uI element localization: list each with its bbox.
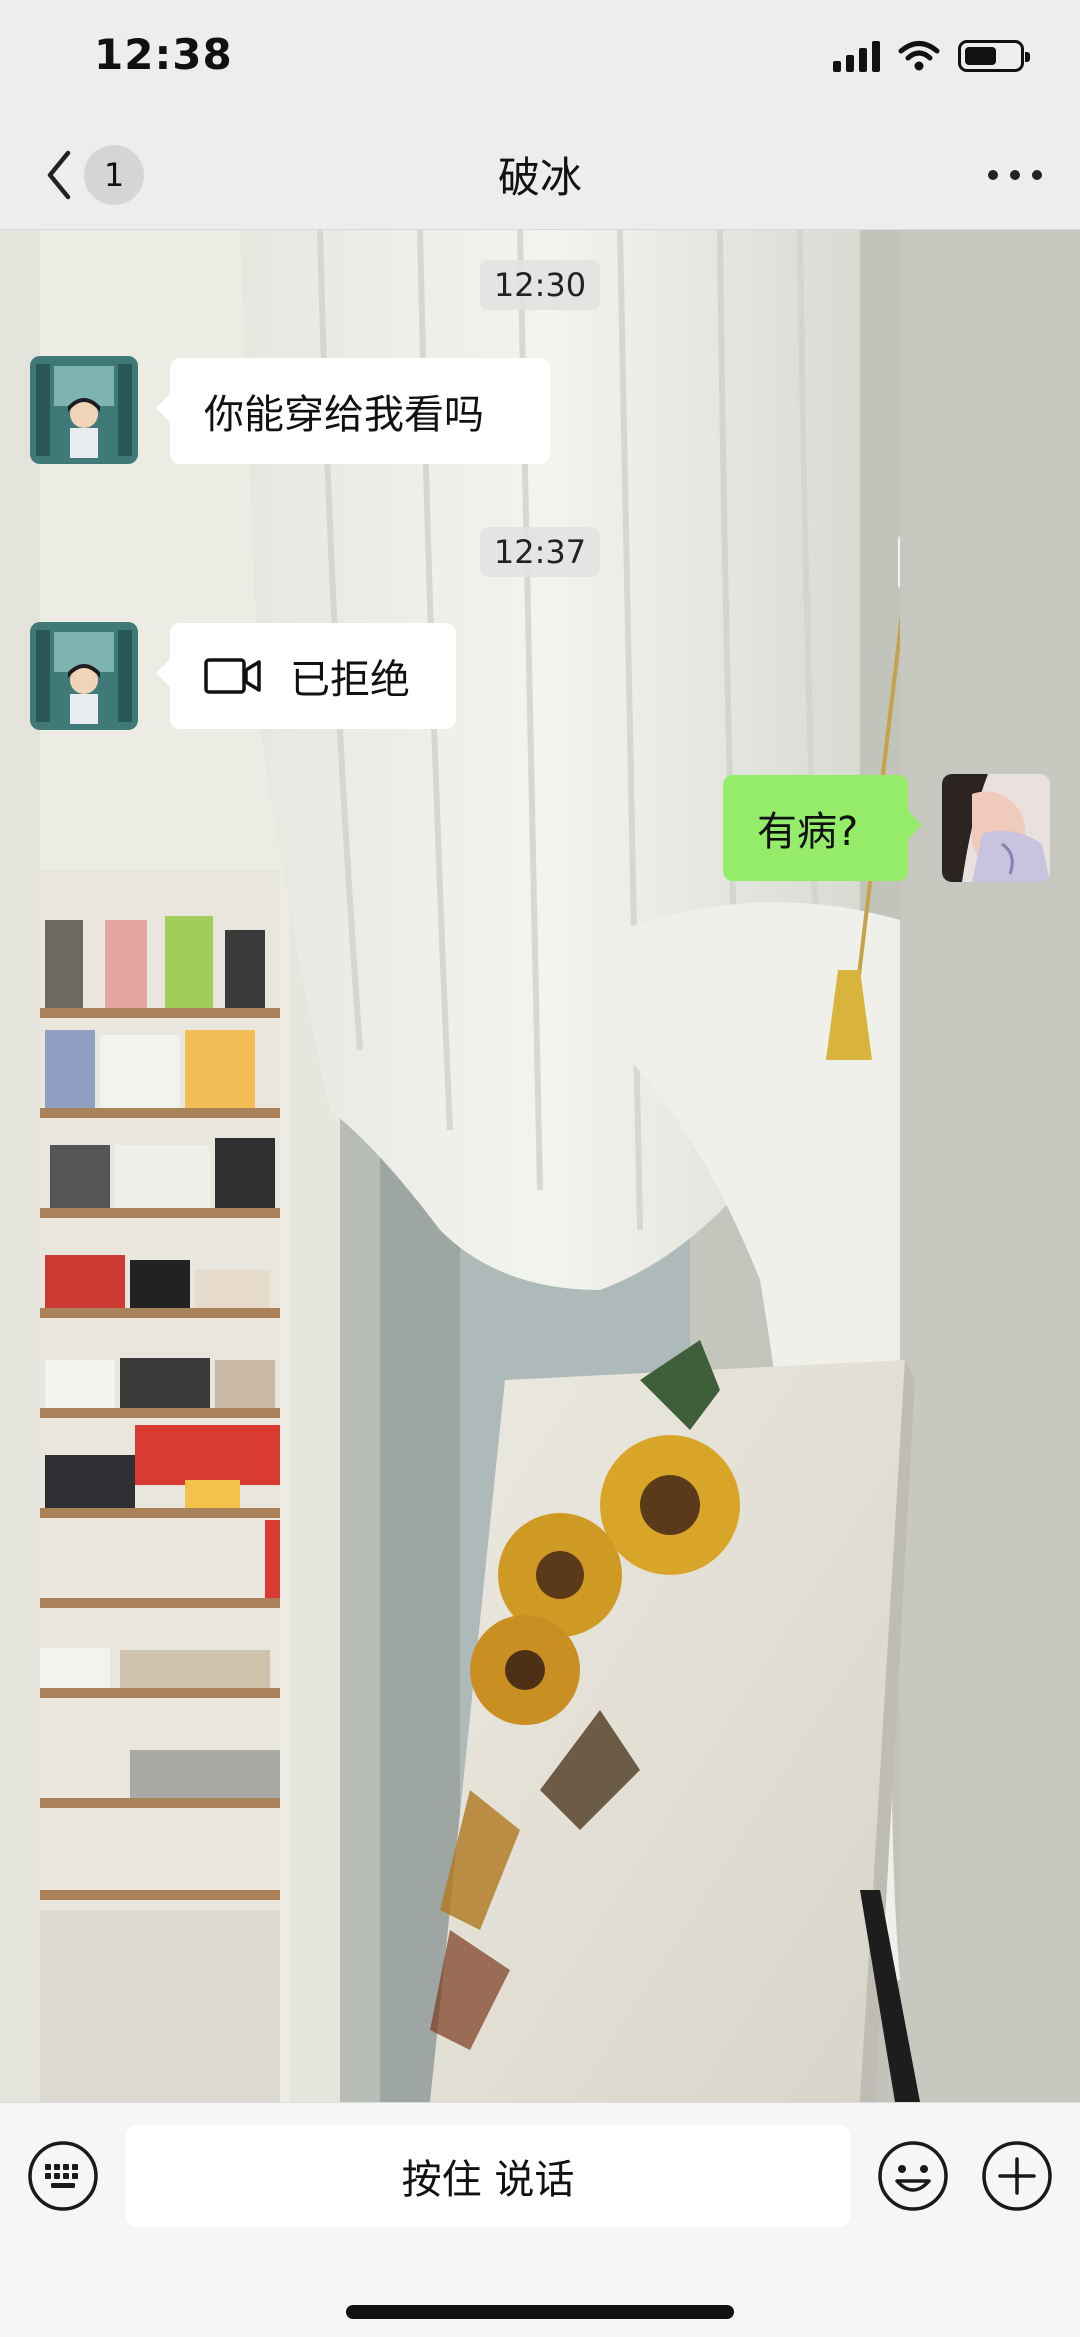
home-indicator[interactable] bbox=[346, 2305, 734, 2319]
emoji-button[interactable] bbox=[876, 2139, 950, 2213]
status-time: 12:38 bbox=[94, 30, 233, 79]
keyboard-toggle-button[interactable] bbox=[26, 2139, 100, 2213]
plus-icon bbox=[982, 2141, 1052, 2211]
chat-title: 破冰 bbox=[497, 153, 582, 202]
input-bar: 按住 说话 bbox=[0, 2102, 1080, 2337]
more-dots-icon bbox=[988, 170, 1042, 180]
chat-background-photo bbox=[0, 230, 1080, 2102]
chat-area[interactable]: 12:30 你能穿给我看吗 12:37 已拒绝 有病? bbox=[0, 230, 1080, 2102]
chat-header: 1 破冰 bbox=[0, 118, 1080, 230]
message-bubble[interactable]: 你能穿给我看吗 bbox=[156, 358, 550, 464]
message-text: 你能穿给我看吗 bbox=[204, 392, 484, 438]
status-icons bbox=[833, 40, 1030, 72]
hold-to-talk-button[interactable]: 按住 说话 bbox=[126, 2125, 850, 2227]
anime-boy-avatar bbox=[30, 356, 138, 464]
status-bar: 12:38 bbox=[0, 0, 1080, 118]
call-record-bubble[interactable]: 已拒绝 bbox=[156, 623, 456, 729]
my-avatar[interactable] bbox=[942, 774, 1050, 882]
contact-avatar[interactable] bbox=[30, 622, 138, 730]
contact-avatar[interactable] bbox=[30, 356, 138, 464]
call-status-text: 已拒绝 bbox=[290, 657, 410, 703]
wifi-icon bbox=[898, 41, 940, 71]
video-call-icon bbox=[204, 658, 261, 694]
woman-photo-avatar bbox=[942, 774, 1050, 882]
signal-icon bbox=[833, 40, 880, 72]
keyboard-icon bbox=[28, 2141, 98, 2211]
more-functions-button[interactable] bbox=[980, 2139, 1054, 2213]
anime-boy-avatar bbox=[30, 622, 138, 730]
timestamp: 12:37 bbox=[480, 527, 600, 577]
battery-level bbox=[965, 47, 997, 65]
message-text: 有病? bbox=[757, 809, 859, 855]
emoji-icon bbox=[878, 2141, 948, 2211]
timestamp: 12:30 bbox=[480, 260, 600, 310]
message-bubble-outgoing[interactable]: 有病? bbox=[723, 775, 922, 881]
battery-icon bbox=[958, 40, 1030, 72]
more-button[interactable] bbox=[980, 150, 1050, 200]
